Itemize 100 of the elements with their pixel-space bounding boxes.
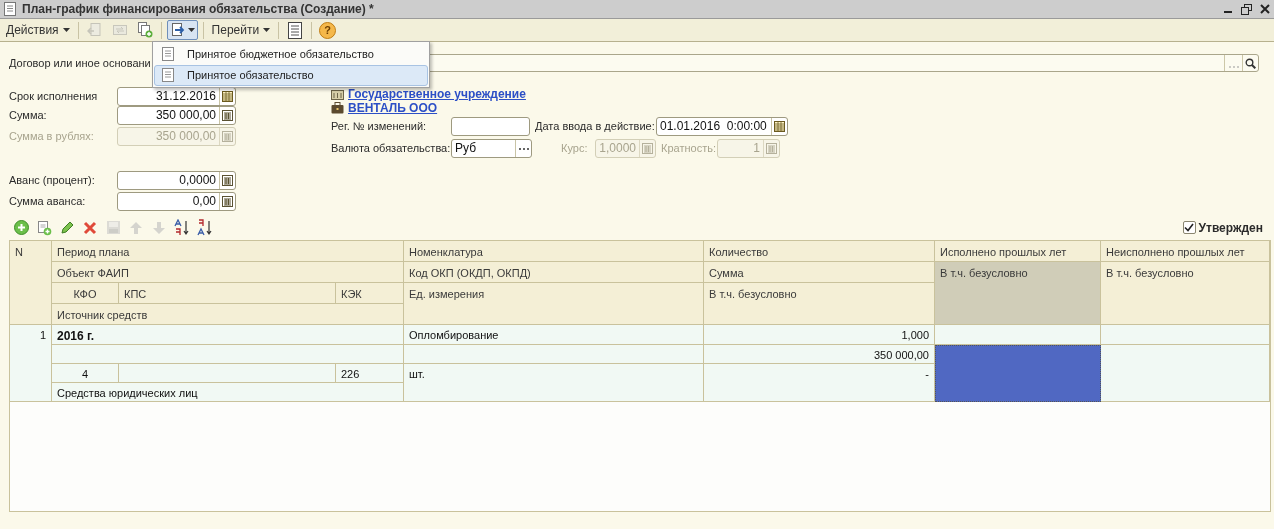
menu-button[interactable]: Действия (3, 20, 73, 40)
field-label: Курс: (561, 141, 589, 157)
document-icon (162, 68, 174, 83)
column-header[interactable]: КПС (119, 283, 336, 304)
calculator-icon (222, 196, 233, 207)
table-cell[interactable] (52, 345, 404, 364)
table-cell[interactable] (119, 364, 336, 383)
column-header[interactable]: Ед. измерения (404, 283, 704, 325)
menu-item[interactable]: Принятое бюджетное обязательство (154, 43, 428, 65)
restore-icon[interactable] (1241, 3, 1252, 15)
calculator-icon (222, 110, 233, 121)
building-icon (331, 88, 344, 100)
field-label: Кратность: (661, 141, 717, 157)
add-icon (13, 220, 29, 235)
field-label: Аванс (процент): (9, 173, 96, 189)
amount-field[interactable]: 0,00 (117, 192, 236, 211)
add-button[interactable] (12, 219, 30, 236)
column-header[interactable]: В т.ч. безусловно (1101, 262, 1270, 325)
sort-button[interactable] (196, 219, 214, 236)
column-header[interactable]: Период плана (52, 241, 404, 262)
calendar-icon (774, 121, 785, 132)
search-button[interactable] (1242, 55, 1258, 71)
pencil-button[interactable] (58, 219, 76, 236)
column-header[interactable]: Количество (704, 241, 935, 262)
field-label: Сумма аванса: (9, 194, 87, 210)
table-cell[interactable] (935, 345, 1101, 402)
caret-icon (187, 28, 195, 32)
table-cell[interactable]: 1,000 (704, 325, 935, 345)
column-header[interactable]: КЭК (336, 283, 404, 304)
sort-icon (174, 219, 190, 236)
table-cell[interactable]: шт. (404, 364, 704, 402)
table-cell[interactable]: Опломбирование (404, 325, 704, 345)
link[interactable]: Государственное учреждение (348, 85, 526, 103)
number-field[interactable] (451, 117, 530, 136)
currency-field[interactable]: Руб (451, 139, 532, 158)
date-field[interactable]: 01.01.2016 0:00:00 (656, 117, 788, 136)
pencil-icon (59, 220, 75, 235)
down-arrow-icon (152, 220, 166, 235)
field-label: Сумма: (9, 108, 48, 124)
dots-icon (518, 147, 529, 150)
calendar-icon (222, 91, 233, 102)
column-header[interactable]: N (10, 241, 52, 325)
help-button[interactable]: ? (319, 21, 337, 39)
caret-icon (263, 28, 271, 32)
calculator-icon (222, 175, 233, 186)
close-icon[interactable] (1260, 4, 1270, 14)
approved-checkbox[interactable] (1182, 221, 1196, 234)
calculator-icon (766, 143, 777, 154)
document-arrow-icon (86, 22, 103, 38)
document-arrow-icon (169, 22, 186, 38)
document-icon (162, 46, 174, 61)
column-header[interactable]: В т.ч. безусловно (704, 283, 935, 325)
column-header[interactable]: Сумма (704, 262, 935, 283)
delete-button[interactable] (81, 219, 99, 236)
sort-button[interactable] (173, 219, 191, 236)
table-cell[interactable]: 226 (336, 364, 404, 383)
column-header[interactable]: Источник средств (52, 304, 404, 325)
table-cell[interactable] (404, 345, 704, 364)
column-header[interactable]: Номенклатура (404, 241, 704, 262)
calculator-icon (222, 131, 233, 142)
field-label: Рег. № изменений: (331, 119, 428, 135)
list-document-icon (288, 21, 303, 39)
save-icon (105, 220, 121, 235)
table-cell[interactable]: 4 (52, 364, 119, 383)
delete-icon (83, 220, 97, 235)
table-cell[interactable]: - (704, 364, 935, 402)
column-header[interactable]: Исполнено прошлых лет (935, 241, 1101, 262)
field-label: Дата ввода в действие: (535, 119, 656, 135)
column-header[interactable]: В т.ч. безусловно (935, 262, 1101, 325)
table-cell[interactable]: Средства юридических лиц (52, 383, 404, 402)
field-label: Срок исполнения (9, 89, 99, 105)
field-label: Договор или иное основани (9, 55, 152, 71)
copy-button[interactable] (35, 219, 53, 236)
table-cell[interactable]: 2016 г. (52, 325, 404, 345)
briefcase-icon (331, 102, 344, 114)
monitor-arrows-icon (111, 22, 128, 38)
table-cell[interactable] (1101, 325, 1270, 345)
copy-icon (36, 219, 52, 236)
copy-icon (136, 22, 153, 38)
checkbox-label: Утвержден (1198, 219, 1263, 237)
date-field[interactable]: 31.12.2016 (117, 87, 236, 106)
table-cell[interactable]: 1 (10, 325, 52, 402)
document-icon (4, 2, 16, 16)
table-cell[interactable]: 350 000,00 (704, 345, 935, 364)
percent-field[interactable]: 0,0000 (117, 171, 236, 190)
table-cell[interactable] (1101, 345, 1270, 402)
menu-button[interactable]: Перейти (208, 20, 274, 40)
calculator-icon (642, 143, 653, 154)
column-header[interactable]: Код ОКП (ОКДП, ОКПД) (404, 262, 704, 283)
field-label: Валюта обязательства: (331, 141, 451, 157)
create-based-button[interactable] (166, 20, 198, 40)
column-header[interactable]: КФО (52, 283, 119, 304)
table-cell[interactable] (935, 325, 1101, 345)
column-header[interactable]: Неисполнено прошлых лет (1101, 241, 1270, 262)
search-icon (1245, 57, 1256, 69)
amount-field[interactable]: 350 000,00 (117, 106, 236, 125)
menu-item[interactable]: Принятое обязательство (154, 64, 428, 86)
field-label: Сумма в рублях: (9, 129, 95, 145)
window-title: План-график финансирования обязательства (Создание) * (22, 1, 374, 18)
column-header[interactable]: Объект ФАИП (52, 262, 404, 283)
